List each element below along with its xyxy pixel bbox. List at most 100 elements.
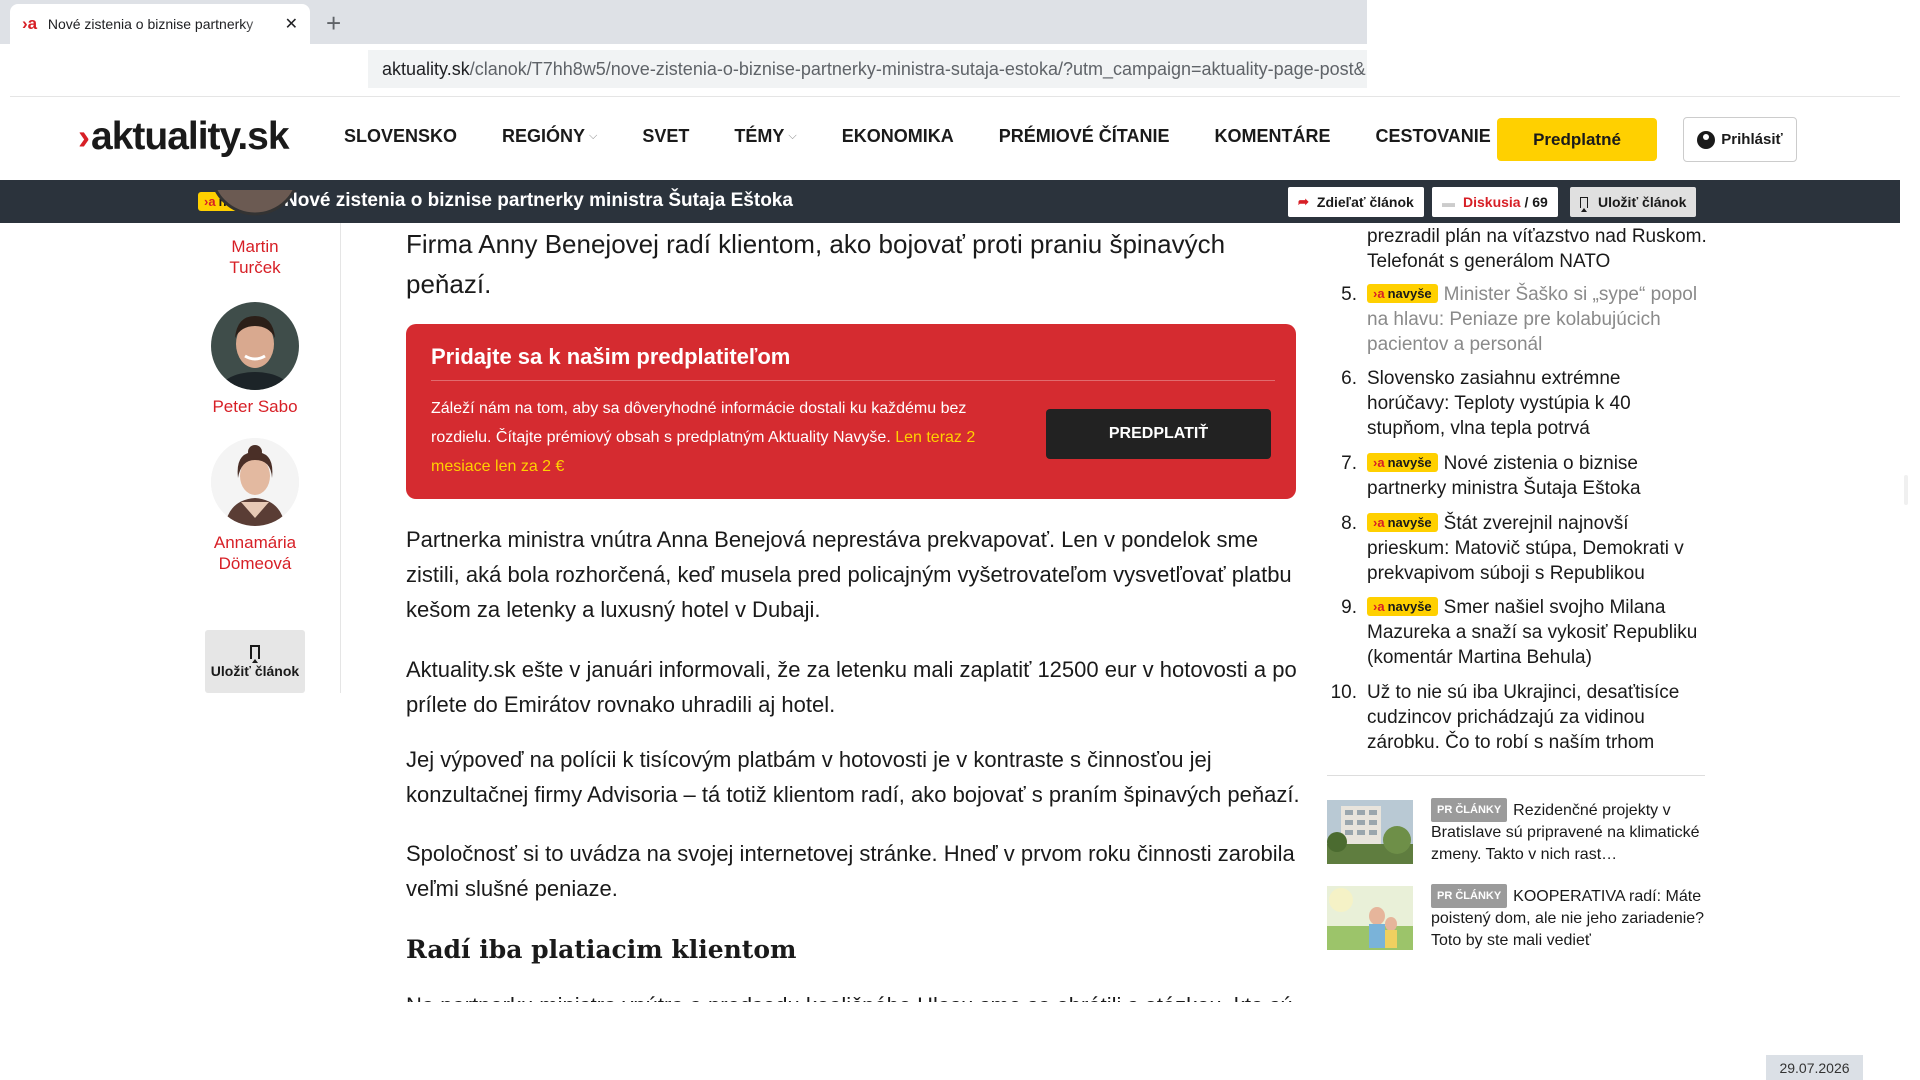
logo-mark: ›: [78, 116, 90, 157]
article-paragraph-cutoff: Na partnerku ministra vnútra a predsedu …: [406, 988, 1306, 1002]
nav-item-label: SLOVENSKO: [344, 126, 458, 146]
url-domain: aktuality.sk: [382, 58, 470, 79]
comment-icon: ▬: [1442, 194, 1455, 210]
pr-badge: PR ČLÁNKY: [1431, 798, 1508, 822]
most-read-rank: 9.: [1341, 597, 1357, 618]
author-avatar: [211, 438, 299, 526]
article-paragraph: Spoločnosť si to uvádza na svojej intern…: [406, 841, 1295, 901]
pr-article[interactable]: PR ČLÁNKY KOOPERATIVA radí: Máte poistený…: [1327, 884, 1707, 956]
save-article-button[interactable]: Uložiť článok: [1570, 187, 1697, 217]
logo-text: aktuality.sk: [91, 115, 290, 158]
login-button[interactable]: Prihlásiť: [1683, 117, 1797, 162]
navyse-label: navyše: [1387, 599, 1432, 614]
most-read-text: prezradil plán na víťazstvo nad Ruskom. …: [1367, 224, 1707, 274]
save-article-side-button[interactable]: Uložiť článok: [205, 630, 305, 693]
author-card[interactable]: Annamária Dömeová: [185, 438, 325, 574]
pr-text: PR ČLÁNKY KOOPERATIVA radí: Máte poistený…: [1431, 884, 1707, 952]
author-name: Annamária Dömeová: [213, 533, 297, 573]
most-read-rank: 8.: [1341, 513, 1357, 534]
discussion-button[interactable]: ▬ Diskusia / 69: [1432, 187, 1558, 217]
navyse-mark-icon: ›a: [1373, 515, 1385, 530]
nav-item[interactable]: PRÉMIOVÉ ČÍTANIE: [999, 126, 1170, 147]
author-avatar: [210, 190, 300, 216]
most-read-title: Už to nie sú iba Ukrajinci, desaťtisíce …: [1367, 682, 1680, 753]
share-article-button[interactable]: ➦ Zdieľať článok: [1288, 187, 1424, 217]
sticky-article-title: Nové zistenia o biznise partnerky minist…: [284, 190, 793, 211]
nav-item[interactable]: REGIÓNY ⌵: [502, 126, 597, 147]
author-name: Peter Sabo: [212, 397, 298, 416]
author-card[interactable]: Martin Turček: [185, 190, 325, 278]
nav-item[interactable]: TÉMY ⌵: [734, 126, 796, 147]
navyse-badge: ›anavyše: [1367, 453, 1438, 472]
nav-item[interactable]: CESTOVANIE: [1375, 126, 1490, 147]
pr-article[interactable]: PR ČLÁNKY Rezidenčné projekty v Bratislav…: [1327, 798, 1705, 870]
save-label: Uložiť článok: [1598, 194, 1687, 210]
url-field[interactable]: aktuality.sk/clanok/T7hh8w5/nove-zisteni…: [368, 50, 1367, 88]
article-paragraph: Jej výpoveď na polícii k tisícovým platb…: [406, 747, 1300, 807]
share-label: Zdieľať článok: [1316, 194, 1414, 210]
author-avatar: [211, 302, 299, 390]
chevron-down-icon: ⌵: [589, 130, 598, 142]
address-bar: aktuality.sk/clanok/T7hh8w5/nove-zisteni…: [0, 44, 1367, 96]
subscription-promo: Pridajte sa k našim predplatiteľom Zálež…: [406, 324, 1296, 499]
browser-tab[interactable]: ›a Nové zistenia o biznise partnerky ✕: [10, 4, 310, 44]
pr-badge: PR ČLÁNKY: [1431, 884, 1508, 908]
browser-tab-strip: ›a Nové zistenia o biznise partnerky ✕ +: [0, 0, 1367, 44]
discussion-label: Diskusia: [1463, 194, 1521, 210]
bookmark-icon: [250, 644, 260, 663]
most-read-rank: 6.: [1341, 368, 1357, 389]
nav-item[interactable]: SLOVENSKO: [344, 126, 457, 147]
nav-item[interactable]: KOMENTÁRE: [1214, 126, 1330, 147]
main-nav: SLOVENSKO REGIÓNY ⌵ SVET TÉMY ⌵ EKONOMIKA PRÉMI…: [344, 126, 1636, 147]
save-side-label: Uložiť článok: [210, 662, 300, 679]
close-tab-icon[interactable]: ✕: [285, 14, 298, 34]
chevron-down-icon: ⌵: [788, 130, 797, 142]
navyse-label: navyše: [1387, 286, 1432, 301]
most-read-text: Slovensko zasiahnu extrémne horúčavy: Te…: [1367, 366, 1707, 441]
site-header: ›aktuality.sk SLOVENSKO REGIÓNY ⌵ SVET TÉMY ⌵…: [0, 97, 1900, 179]
navyse-mark-icon: ›a: [1373, 599, 1385, 614]
nav-item-label: PRÉMIOVÉ ČÍTANIE: [998, 126, 1170, 146]
navyse-badge: ›anavyše: [1367, 597, 1438, 616]
date-badge: 29.07.2026: [1766, 1055, 1863, 1080]
subscribe-button[interactable]: Predplatné: [1497, 118, 1657, 161]
bookmark-icon: [1580, 196, 1588, 212]
author-card[interactable]: Peter Sabo: [185, 302, 325, 417]
new-tab-button[interactable]: +: [326, 8, 341, 39]
navyse-label: navyše: [1387, 455, 1432, 470]
scrollbar[interactable]: [1904, 475, 1908, 505]
column-divider: [340, 223, 341, 693]
most-read-text: ›a navyše Smer našiel svojho Milana Mazure…: [1367, 595, 1707, 670]
nav-item-label: CESTOVANIE: [1375, 126, 1491, 146]
site-logo[interactable]: ›aktuality.sk: [78, 115, 290, 159]
sidebar-divider: [1327, 775, 1705, 776]
promo-subscribe-button[interactable]: PREDPLATIŤ: [1046, 409, 1271, 459]
site-favicon-icon: ›a: [22, 14, 38, 33]
nav-item-label: REGIÓNY: [502, 126, 586, 146]
navyse-badge: ›anavyše: [1367, 284, 1438, 303]
most-read-rank: 7.: [1341, 453, 1357, 474]
navyse-label: navyše: [1387, 515, 1432, 530]
nav-item[interactable]: SVET: [642, 126, 689, 147]
most-read-title: Slovensko zasiahnu extrémne horúčavy: Te…: [1367, 368, 1631, 439]
author-name: Martin Turček: [229, 237, 281, 277]
most-read-text: ›a navyše Minister Šaško si „sype“ popol n…: [1367, 282, 1707, 357]
most-read-rank: 10.: [1330, 682, 1357, 703]
navyse-badge: ›anavyše: [1367, 513, 1438, 532]
nav-item-label: KOMENTÁRE: [1214, 126, 1331, 146]
article-lead: Firma Anny Benejovej radí klientom, ako …: [406, 229, 1226, 299]
share-icon: ➦: [1298, 194, 1309, 209]
login-label: Prihlásiť: [1721, 131, 1783, 148]
article-paragraph: Partnerka ministra vnútra Anna Benejová …: [406, 527, 1292, 622]
most-read-text: Už to nie sú iba Ukrajinci, desaťtisíce …: [1367, 680, 1707, 755]
most-read-title: prezradil plán na víťazstvo nad Ruskom. …: [1367, 226, 1707, 272]
promo-title: Pridajte sa k našim predplatiteľom: [431, 344, 791, 369]
most-read-text: ›a navyše Štát zverejnil najnovší prieskum…: [1367, 511, 1707, 586]
article-paragraph: Aktuality.sk ešte v januári informovali,…: [406, 657, 1297, 717]
url-path: /clanok/T7hh8w5/nove-zistenia-o-biznise-…: [469, 58, 1367, 79]
nav-item[interactable]: EKONOMIKA: [842, 126, 954, 147]
most-read-text: ›a navyše Nové zistenia o biznise partnerk…: [1367, 451, 1707, 501]
pr-thumbnail: [1327, 800, 1413, 864]
nav-item-label: TÉMY: [734, 126, 785, 146]
navyse-mark-icon: ›a: [1373, 455, 1385, 470]
